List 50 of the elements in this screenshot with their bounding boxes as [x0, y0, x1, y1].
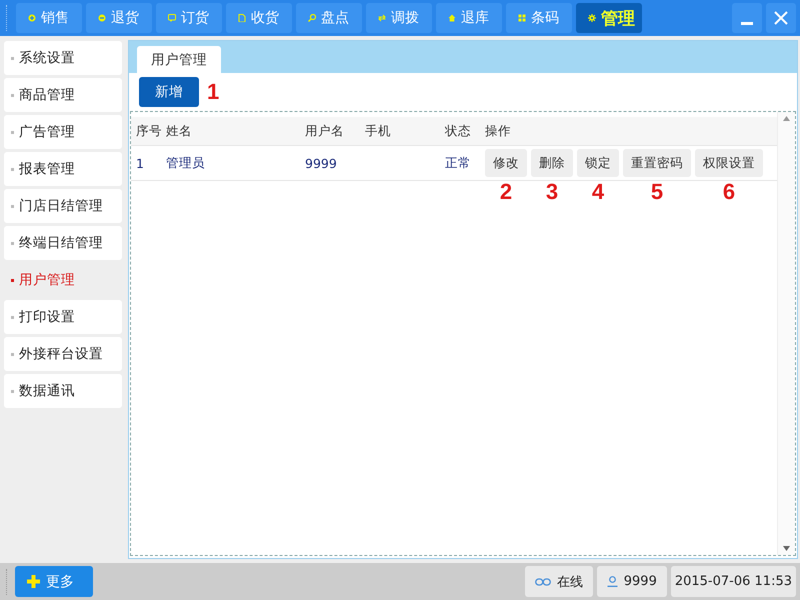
grid-icon	[518, 14, 526, 22]
sidebar-item[interactable]: 广告管理	[4, 115, 122, 149]
plus-icon	[27, 575, 40, 588]
user-icon	[606, 576, 618, 587]
minus-circle-icon	[98, 14, 106, 22]
annotation-number: 1	[207, 79, 220, 105]
toolbar-tab[interactable]: 管理	[576, 3, 642, 33]
annotation-number: 2	[500, 179, 512, 205]
sidebar-item[interactable]: 报表管理	[4, 152, 122, 186]
user-name: 9999	[624, 574, 657, 589]
scroll-up-icon	[783, 116, 790, 121]
column-header: 序号	[135, 122, 163, 140]
column-header: 手机	[365, 122, 392, 140]
column-header: 操作	[485, 122, 511, 140]
column-header: 用户名	[305, 122, 345, 140]
minimize-icon	[741, 22, 753, 25]
table-cell-text: 管理员	[166, 154, 206, 172]
sidebar-item[interactable]: 门店日结管理	[4, 189, 122, 223]
more-button[interactable]: 更多	[15, 566, 93, 597]
gear-icon	[588, 14, 596, 22]
date-time: 2015-07-06 11:53	[674, 574, 792, 589]
annotation-number: 4	[592, 179, 604, 205]
close-button[interactable]	[766, 3, 796, 33]
sidebar-item[interactable]: 商品管理	[4, 78, 122, 112]
add-button[interactable]: 新增	[139, 77, 199, 107]
annotation-number: 6	[722, 179, 736, 205]
document-icon	[238, 14, 246, 22]
table-cell-text: 1	[135, 156, 145, 170]
house-icon	[448, 14, 456, 22]
page-tab[interactable]: 用户管理	[137, 46, 221, 73]
swap-arrows-icon	[378, 14, 386, 22]
chat-icon	[168, 14, 176, 22]
magnifier-icon	[308, 14, 316, 22]
table-cell-text: 正常	[445, 154, 472, 172]
annotation-number: 3	[546, 179, 558, 205]
minimize-button[interactable]	[732, 3, 762, 33]
sidebar-item[interactable]: 外接秤台设置	[4, 337, 122, 371]
connection-status: 在线	[556, 574, 583, 590]
annotation-number: 5	[650, 179, 664, 205]
sidebar-item[interactable]: 打印设置	[4, 300, 122, 334]
sidebar-item[interactable]: 数据通讯	[4, 374, 122, 408]
plus-circle-icon	[28, 14, 36, 22]
link-icon	[534, 578, 551, 586]
close-icon	[774, 11, 788, 25]
column-header: 状态	[445, 122, 472, 140]
column-header: 姓名	[166, 122, 193, 140]
sidebar-item[interactable]: 系统设置	[4, 41, 122, 75]
scroll-down-icon	[783, 546, 790, 551]
table-cell-text: 9999	[305, 156, 338, 170]
sidebar-item[interactable]: 终端日结管理	[4, 226, 122, 260]
